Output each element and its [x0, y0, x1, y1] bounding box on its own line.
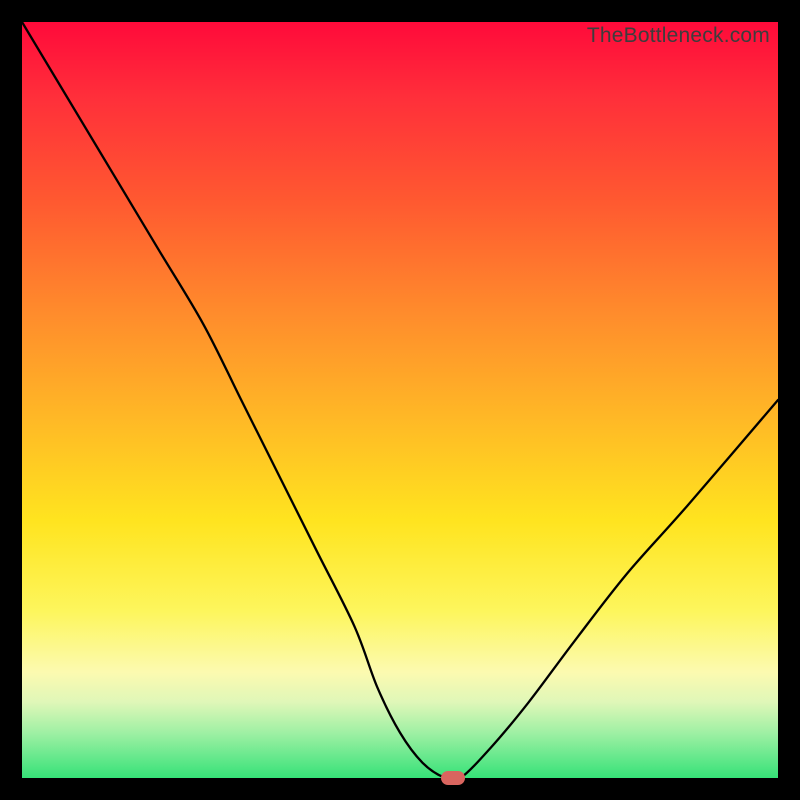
plot-area: TheBottleneck.com	[22, 22, 778, 778]
chart-frame: TheBottleneck.com	[0, 0, 800, 800]
bottleneck-curve	[22, 22, 778, 778]
optimal-point-marker	[441, 771, 465, 785]
